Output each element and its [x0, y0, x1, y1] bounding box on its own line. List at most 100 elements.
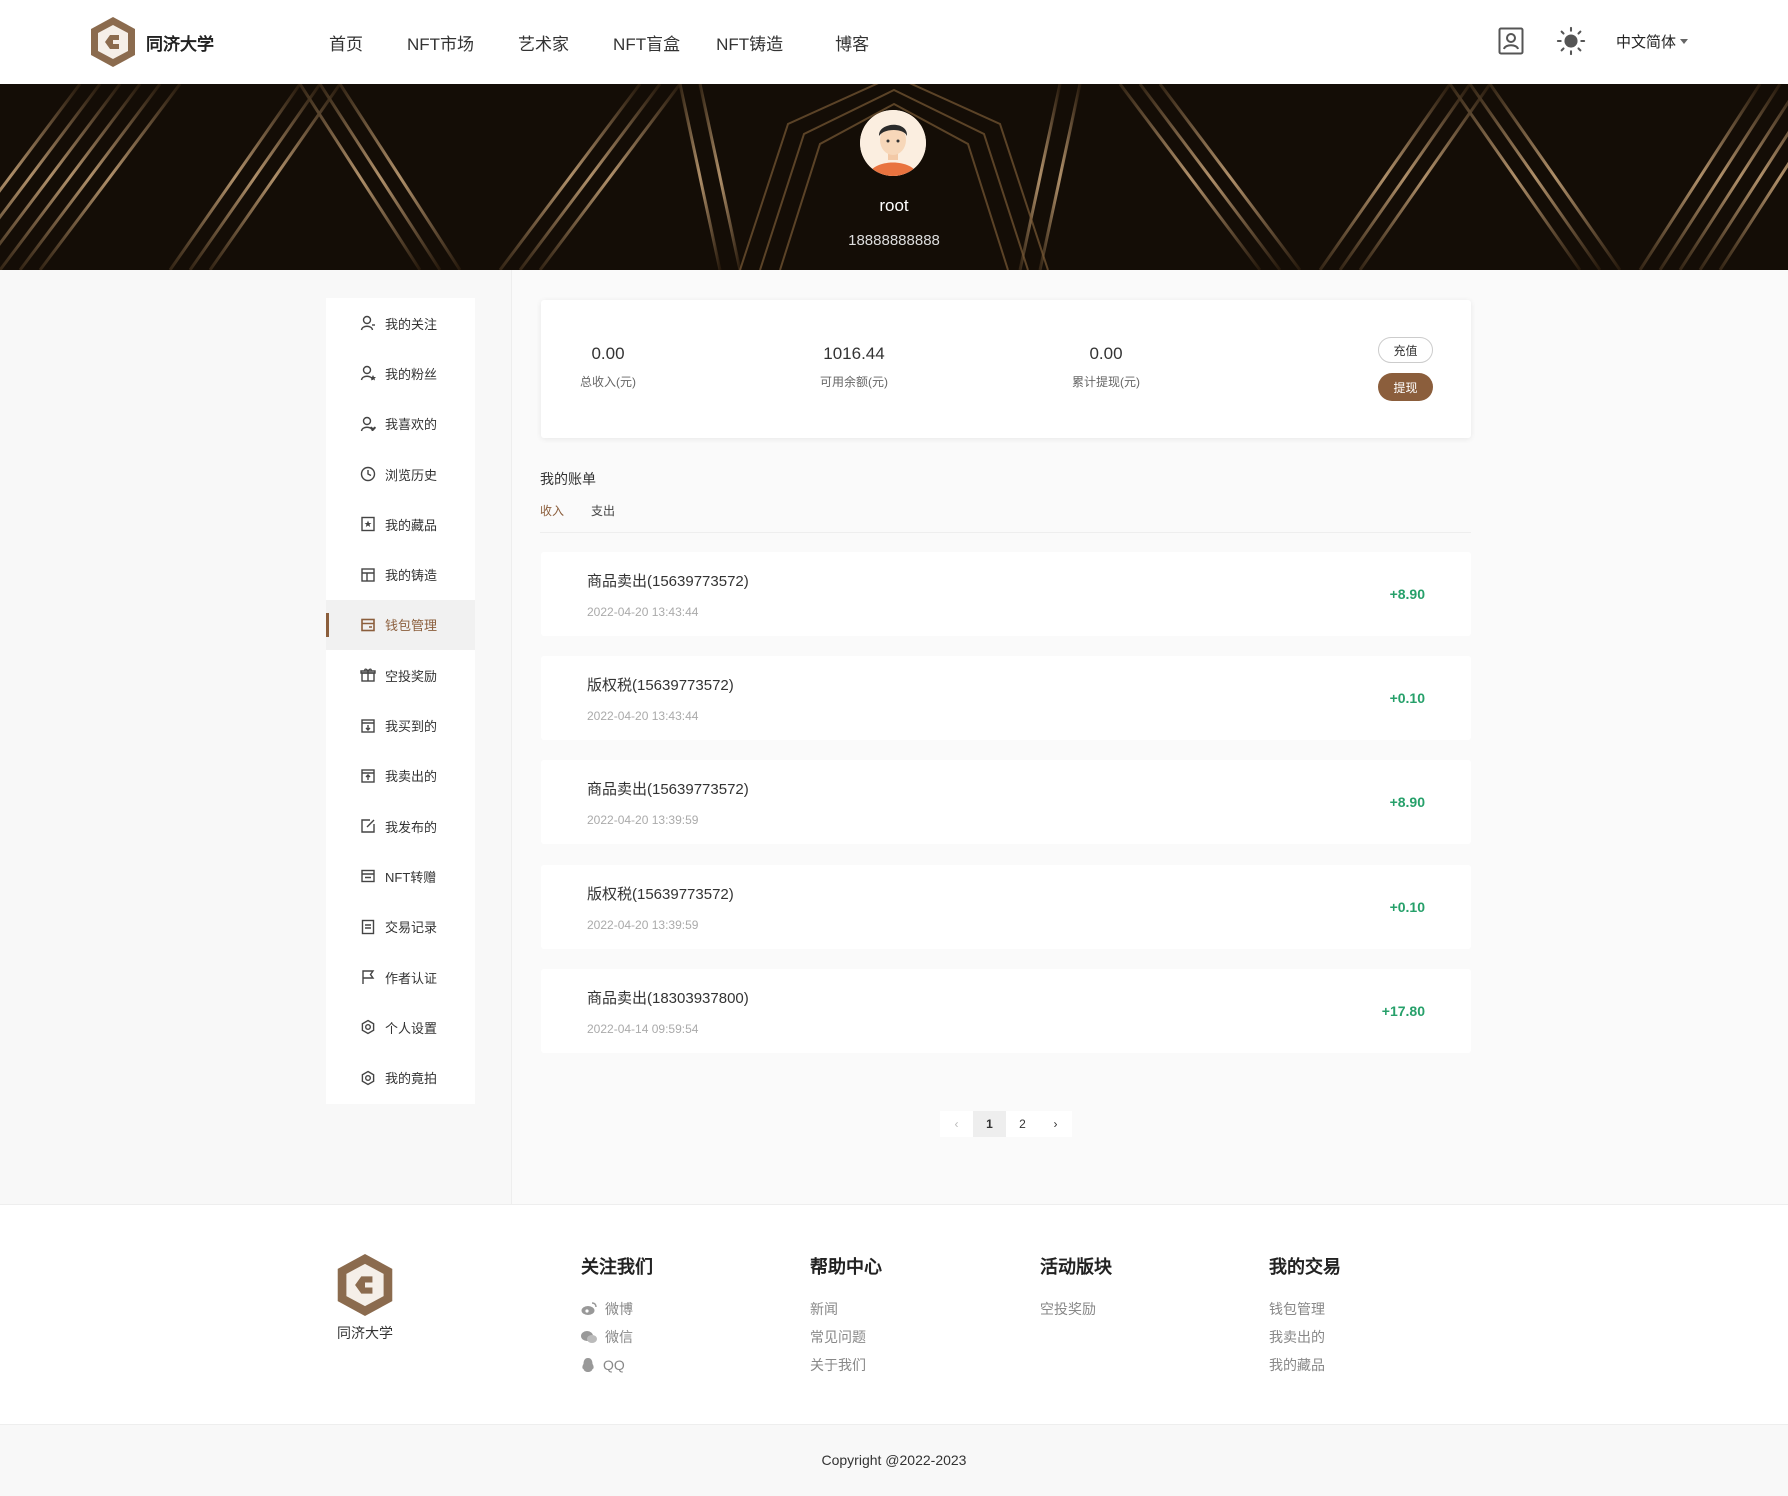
- next-page-button[interactable]: ›: [1039, 1111, 1072, 1137]
- bill-row[interactable]: 商品卖出(15639773572) 2022-04-20 13:43:44 +8.9…: [541, 552, 1471, 636]
- footer-link-wallet[interactable]: 钱包管理: [1269, 1295, 1341, 1323]
- wallet-summary-card: 0.00 总收入(元) 1016.44 可用余额(元) 0.00 累计提现(元)…: [541, 300, 1471, 438]
- bill-amount: +0.10: [1389, 899, 1425, 915]
- flag-icon: [362, 970, 375, 984]
- nav-nft-market[interactable]: NFT市场: [407, 30, 474, 55]
- withdraw-button[interactable]: 提现: [1378, 373, 1433, 401]
- sidebar-item-label: 浏览历史: [385, 467, 438, 483]
- bill-time: 2022-04-20 13:39:59: [587, 813, 699, 827]
- bill-time: 2022-04-20 13:43:44: [587, 605, 699, 619]
- sidebar-item-label: 作者认证: [385, 970, 438, 986]
- footer-link-weibo[interactable]: 微博: [581, 1295, 653, 1323]
- footer-link-wechat[interactable]: 微信: [581, 1323, 653, 1351]
- prev-page-button[interactable]: ‹: [940, 1111, 973, 1137]
- footer-col-follow: 关注我们 微博 微信 QQ: [581, 1253, 653, 1379]
- footer-col-activities: 活动版块 空投奖励: [1040, 1253, 1112, 1323]
- wechat-icon: [581, 1331, 597, 1343]
- sidebar-item-9[interactable]: 我买到的: [326, 700, 475, 750]
- sidebar-item-5[interactable]: 我的藏品: [326, 499, 475, 549]
- sidebar-item-13[interactable]: 交易记录: [326, 902, 475, 952]
- profile-banner: root 18888888888: [0, 84, 1788, 270]
- sidebar-item-label: 我的粉丝: [385, 366, 438, 382]
- sidebar-item-3[interactable]: 我喜欢的: [326, 399, 475, 449]
- nav-blind-box[interactable]: NFT盲盒: [613, 30, 680, 55]
- footer-link-label: 微信: [605, 1329, 633, 1345]
- bill-row[interactable]: 版权税(15639773572) 2022-04-20 13:43:44 +0.10: [541, 656, 1471, 740]
- recharge-button[interactable]: 充值: [1378, 337, 1433, 363]
- footer-link-faq[interactable]: 常见问题: [810, 1323, 882, 1351]
- sidebar-item-14[interactable]: 作者认证: [326, 952, 475, 1002]
- site-logo[interactable]: 同济大学: [88, 15, 214, 69]
- sidebar-item-label: 我买到的: [385, 719, 438, 735]
- footer-link-collection[interactable]: 我的藏品: [1269, 1351, 1341, 1379]
- sidebar-item-2[interactable]: 我的粉丝: [326, 348, 475, 398]
- bill-row[interactable]: 商品卖出(15639773572) 2022-04-20 13:39:59 +8.9…: [541, 760, 1471, 844]
- footer-link-label: QQ: [603, 1357, 625, 1373]
- sidebar-item-11[interactable]: 我发布的: [326, 801, 475, 851]
- bookmark-icon: [361, 517, 375, 532]
- sidebar-item-8[interactable]: 空投奖励: [326, 650, 475, 700]
- user-profile-icon[interactable]: [1496, 24, 1526, 58]
- footer-link-about[interactable]: 关于我们: [810, 1351, 882, 1379]
- sidebar-item-label: 我喜欢的: [385, 417, 438, 433]
- main-nav: 首页 NFT市场 艺术家 NFT盲盒 NFT铸造 博客: [329, 30, 913, 55]
- page-button-1[interactable]: 1: [973, 1111, 1006, 1137]
- clock-icon: [360, 466, 376, 482]
- footer-link-news[interactable]: 新闻: [810, 1295, 882, 1323]
- user-fans-icon: [360, 366, 376, 381]
- sidebar-item-label: 我卖出的: [385, 769, 438, 785]
- user-avatar[interactable]: [860, 110, 926, 176]
- stat-value: 1016.44: [823, 344, 885, 363]
- stat-label: 总收入(元): [580, 375, 636, 389]
- sidebar-item-15[interactable]: 个人设置: [326, 1002, 475, 1052]
- footer-col-title: 我的交易: [1269, 1257, 1341, 1277]
- tab-income[interactable]: 收入: [540, 502, 564, 519]
- nav-artists[interactable]: 艺术家: [518, 30, 569, 55]
- bill-amount: +8.90: [1389, 586, 1425, 602]
- footer-col-trade: 我的交易 钱包管理 我卖出的 我的藏品: [1269, 1253, 1341, 1379]
- tab-expense[interactable]: 支出: [591, 502, 615, 519]
- copyright-text: Copyright @2022-2023: [821, 1452, 967, 1468]
- sidebar-item-7[interactable]: 钱包管理: [326, 599, 475, 651]
- profile-phone: 18888888888: [848, 232, 940, 249]
- sidebar-item-4[interactable]: 浏览历史: [326, 449, 475, 499]
- sidebar-item-label: 我的铸造: [385, 568, 438, 584]
- chevron-down-icon: [1680, 38, 1688, 44]
- footer-col-title: 活动版块: [1040, 1257, 1112, 1277]
- nav-nft-mint[interactable]: NFT铸造: [716, 30, 783, 55]
- footer-logo[interactable]: 同济大学: [334, 1251, 396, 1343]
- footer-link-airdrop[interactable]: 空投奖励: [1040, 1295, 1112, 1323]
- bill-time: 2022-04-14 09:59:54: [587, 1022, 699, 1036]
- footer-link-qq[interactable]: QQ: [581, 1351, 653, 1379]
- user-follow-icon: [360, 315, 375, 331]
- hexagon-logo-icon: [91, 17, 135, 67]
- sidebar-item-10[interactable]: 我卖出的: [326, 751, 475, 801]
- sidebar-item-1[interactable]: 我的关注: [326, 298, 475, 348]
- nav-home[interactable]: 首页: [329, 30, 363, 55]
- page-button-2[interactable]: 2: [1006, 1111, 1039, 1137]
- nav-blog[interactable]: 博客: [835, 30, 869, 55]
- qq-icon: [582, 1358, 594, 1372]
- sidebar-item-label: 交易记录: [385, 920, 438, 936]
- hexagon-logo-icon: [337, 1254, 393, 1316]
- pagination: ‹ 1 2 ›: [940, 1111, 1072, 1137]
- site-footer: 同济大学 关注我们 微博 微信 QQ 帮助中心 新闻 常见问题 关于我们 活动版…: [0, 1204, 1788, 1424]
- sidebar-item-16[interactable]: 我的竟拍: [326, 1052, 475, 1102]
- footer-logo-text: 同济大学: [337, 1325, 393, 1341]
- bill-row[interactable]: 版权税(15639773572) 2022-04-20 13:39:59 +0.10: [541, 865, 1471, 949]
- bill-time: 2022-04-20 13:43:44: [587, 709, 699, 723]
- sidebar-item-label: 我发布的: [385, 819, 438, 835]
- bill-row[interactable]: 商品卖出(18303937800) 2022-04-14 09:59:54 +17.…: [541, 969, 1471, 1053]
- copyright-divider: [0, 1424, 1788, 1425]
- bill-title: 商品卖出(18303937800): [587, 990, 749, 1007]
- sidebar-item-6[interactable]: 我的铸造: [326, 549, 475, 599]
- language-label: 中文简体: [1615, 33, 1676, 51]
- footer-link-sold[interactable]: 我卖出的: [1269, 1323, 1341, 1351]
- edit-icon: [361, 819, 375, 833]
- tabs-divider: [540, 532, 1471, 533]
- stat-value: 0.00: [591, 344, 625, 363]
- sidebar-item-12[interactable]: NFT转赠: [326, 851, 475, 901]
- footer-col-title: 帮助中心: [810, 1257, 882, 1277]
- sun-theme-icon[interactable]: [1556, 24, 1586, 58]
- language-select[interactable]: 中文简体: [1616, 31, 1688, 52]
